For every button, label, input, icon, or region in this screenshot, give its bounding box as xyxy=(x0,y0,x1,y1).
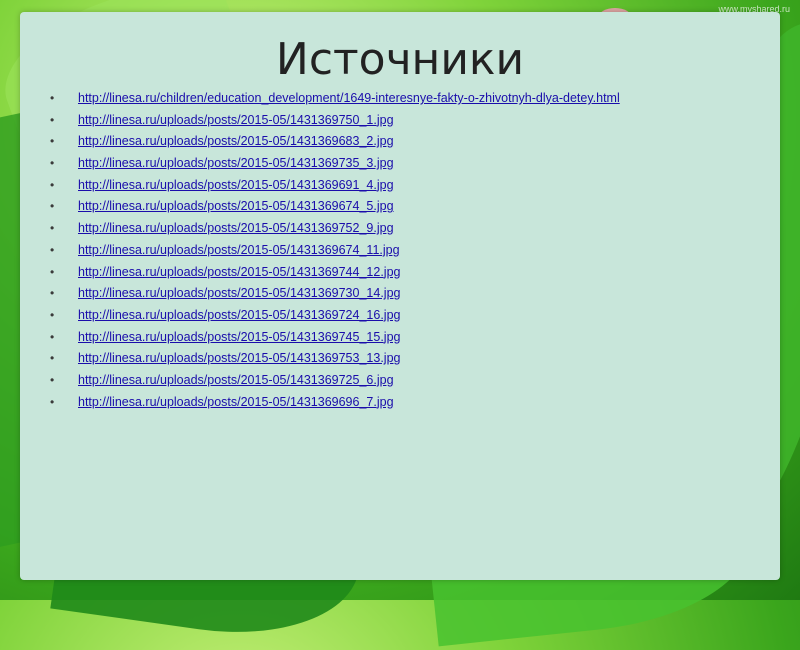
list-item: • http://linesa.ru/uploads/posts/2015-05/… xyxy=(50,283,770,305)
source-link[interactable]: http://linesa.ru/uploads/posts/2015-05/1… xyxy=(78,221,394,235)
bullet-icon: • xyxy=(50,329,55,344)
bullet-icon: • xyxy=(50,156,55,171)
bullet-icon: • xyxy=(50,199,55,214)
list-item: • http://linesa.ru/uploads/posts/2015-05/… xyxy=(50,348,770,370)
list-item: • http://linesa.ru/children/education_dev… xyxy=(50,88,770,110)
list-item: • http://linesa.ru/uploads/posts/2015-05/… xyxy=(50,218,770,240)
bullet-icon: • xyxy=(50,351,55,366)
source-link[interactable]: http://linesa.ru/uploads/posts/2015-05/1… xyxy=(78,156,394,170)
bullet-icon: • xyxy=(50,112,55,127)
bullet-icon: • xyxy=(50,177,55,192)
bullet-icon: • xyxy=(50,372,55,387)
list-item: • http://linesa.ru/uploads/posts/2015-05/… xyxy=(50,392,770,414)
list-item: • http://linesa.ru/uploads/posts/2015-05/… xyxy=(50,131,770,153)
source-link[interactable]: http://linesa.ru/uploads/posts/2015-05/1… xyxy=(78,330,400,344)
slide-title: Источники xyxy=(275,34,525,85)
bullet-icon: • xyxy=(50,394,55,409)
bullet-icon: • xyxy=(50,307,55,322)
list-item: • http://linesa.ru/uploads/posts/2015-05/… xyxy=(50,240,770,262)
list-item: • http://linesa.ru/uploads/posts/2015-05/… xyxy=(50,153,770,175)
source-link[interactable]: http://linesa.ru/uploads/posts/2015-05/1… xyxy=(78,286,400,300)
source-link[interactable]: http://linesa.ru/uploads/posts/2015-05/1… xyxy=(78,265,400,279)
list-item: • http://linesa.ru/uploads/posts/2015-05/… xyxy=(50,110,770,132)
source-link[interactable]: http://linesa.ru/uploads/posts/2015-05/1… xyxy=(78,395,394,409)
bullet-icon: • xyxy=(50,134,55,149)
list-item: • http://linesa.ru/uploads/posts/2015-05/… xyxy=(50,305,770,327)
list-item: • http://linesa.ru/uploads/posts/2015-05/… xyxy=(50,262,770,284)
bullet-icon: • xyxy=(50,264,55,279)
bullet-icon: • xyxy=(50,242,55,257)
slide-panel: Источники • http://linesa.ru/children/edu… xyxy=(20,12,780,580)
bullet-icon: • xyxy=(50,286,55,301)
list-item: • http://linesa.ru/uploads/posts/2015-05/… xyxy=(50,370,770,392)
source-link[interactable]: http://linesa.ru/uploads/posts/2015-05/1… xyxy=(78,243,400,257)
bullet-icon: • xyxy=(50,91,55,105)
list-item: • http://linesa.ru/uploads/posts/2015-05/… xyxy=(50,327,770,349)
source-link[interactable]: http://linesa.ru/uploads/posts/2015-05/1… xyxy=(78,178,394,192)
list-item: • http://linesa.ru/uploads/posts/2015-05/… xyxy=(50,175,770,197)
source-link[interactable]: http://linesa.ru/uploads/posts/2015-05/1… xyxy=(78,351,400,365)
source-link[interactable]: http://linesa.ru/uploads/posts/2015-05/1… xyxy=(78,308,400,322)
bullet-icon: • xyxy=(50,221,55,236)
list-item: • http://linesa.ru/uploads/posts/2015-05/… xyxy=(50,196,770,218)
source-link[interactable]: http://linesa.ru/uploads/posts/2015-05/1… xyxy=(78,199,394,213)
source-link[interactable]: http://linesa.ru/children/education_deve… xyxy=(78,91,620,105)
source-link[interactable]: http://linesa.ru/uploads/posts/2015-05/1… xyxy=(78,373,394,387)
source-link[interactable]: http://linesa.ru/uploads/posts/2015-05/1… xyxy=(78,134,394,148)
sources-list: • http://linesa.ru/children/education_dev… xyxy=(50,88,770,413)
source-link[interactable]: http://linesa.ru/uploads/posts/2015-05/1… xyxy=(78,113,394,127)
